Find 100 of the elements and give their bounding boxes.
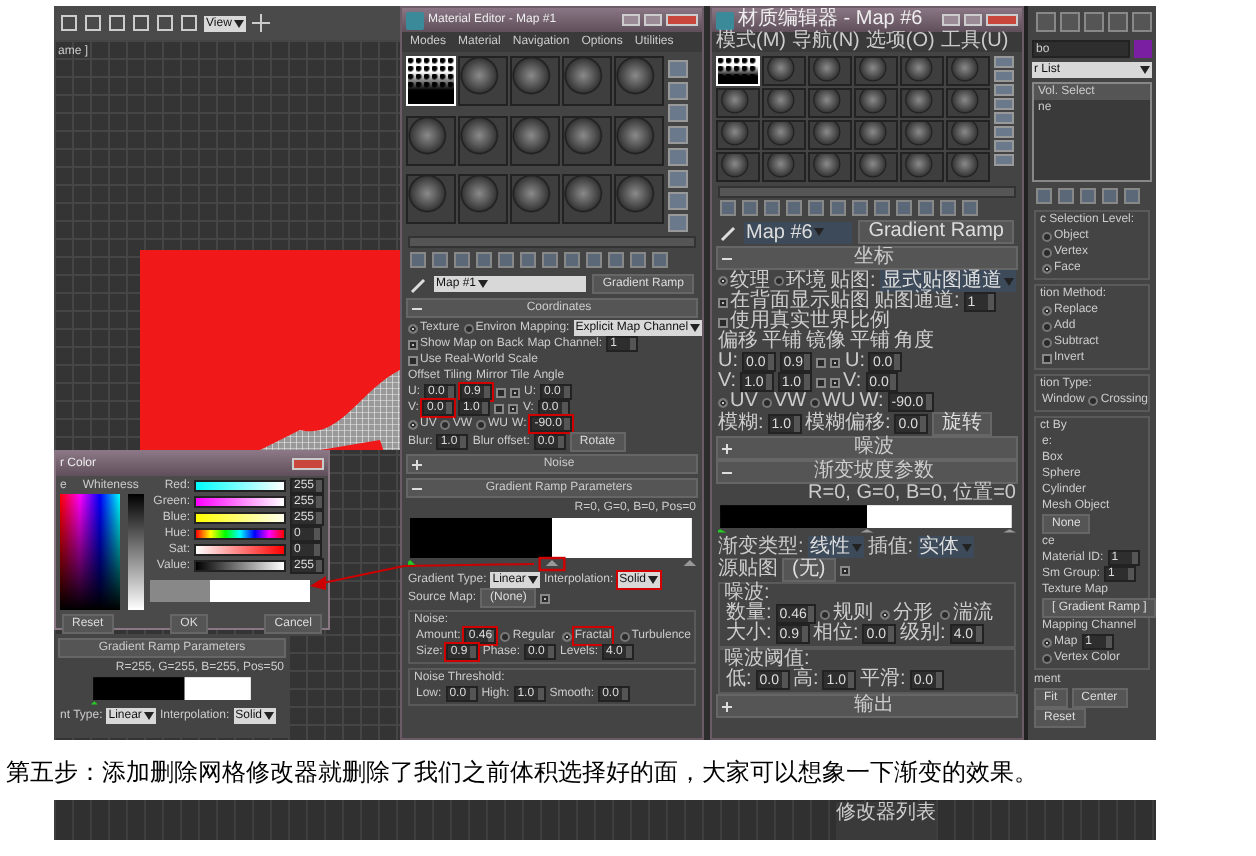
channel-gradient-bar bbox=[194, 528, 286, 540]
radio-button[interactable] bbox=[619, 631, 630, 641]
radio-label: 纹理 bbox=[730, 271, 770, 291]
group-title: 噪波阈值: bbox=[722, 650, 810, 670]
caret-icon bbox=[961, 543, 972, 551]
close-button[interactable] bbox=[666, 14, 698, 26]
radio-button[interactable] bbox=[1042, 231, 1052, 241]
color-swatch[interactable] bbox=[1134, 40, 1152, 58]
field-label: U: bbox=[718, 352, 738, 372]
caret-icon bbox=[527, 576, 538, 584]
radio-button[interactable] bbox=[1042, 653, 1052, 663]
radio-button[interactable] bbox=[810, 397, 821, 407]
horizontal-scrollbar[interactable] bbox=[718, 186, 1016, 198]
gradient-ramp-drawing[interactable] bbox=[718, 505, 1016, 533]
close-button[interactable] bbox=[986, 14, 1018, 26]
panel-button[interactable]: 旋转 bbox=[932, 412, 993, 436]
radio-label: 环境 bbox=[786, 271, 826, 291]
minimize-button[interactable] bbox=[622, 14, 640, 26]
caption-text: 第五步：添加删除网格修改器就删除了我们之前体积选择好的面，大家可以想象一下渐变的效果。 bbox=[6, 758, 1038, 786]
checkbox[interactable] bbox=[508, 403, 519, 413]
maximize-button[interactable] bbox=[964, 14, 982, 26]
radio-label: WU bbox=[822, 392, 856, 412]
eyedropper-icon bbox=[720, 223, 738, 241]
field-label: 镜像 bbox=[806, 332, 846, 352]
field-label: W: bbox=[859, 392, 884, 412]
horizontal-scrollbar[interactable] bbox=[408, 236, 696, 248]
checkbox[interactable] bbox=[1042, 353, 1052, 363]
gradient-ramp-drawing[interactable] bbox=[408, 518, 696, 566]
radio-button[interactable] bbox=[761, 397, 772, 407]
radio-button[interactable] bbox=[1042, 305, 1052, 315]
radio-button[interactable] bbox=[940, 609, 951, 619]
minimize-button[interactable] bbox=[942, 14, 960, 26]
radio-label: UV bbox=[730, 392, 758, 412]
checkbox[interactable] bbox=[540, 593, 551, 603]
rollout-header[interactable]: 坐标 bbox=[716, 246, 1018, 270]
field-label: V: bbox=[843, 372, 862, 392]
rollout-header[interactable]: 渐变坡度参数 bbox=[716, 460, 1018, 484]
dropdown[interactable]: 线性 bbox=[807, 536, 864, 558]
rollout-header[interactable]: 输出 bbox=[716, 694, 1018, 718]
field-label: 数量: bbox=[726, 604, 772, 624]
move-icon bbox=[251, 14, 270, 32]
radio-button[interactable] bbox=[1042, 337, 1052, 347]
radio-button[interactable] bbox=[718, 276, 728, 286]
checkbox[interactable] bbox=[829, 377, 840, 387]
radio-button[interactable] bbox=[1042, 247, 1052, 257]
radio-button[interactable] bbox=[1042, 637, 1052, 647]
radio-button[interactable] bbox=[463, 323, 474, 333]
radio-button[interactable] bbox=[1088, 395, 1099, 405]
radio-button[interactable] bbox=[562, 631, 573, 641]
checkbox[interactable] bbox=[815, 377, 826, 387]
checkbox[interactable] bbox=[718, 317, 728, 327]
color-spectrum[interactable] bbox=[60, 494, 120, 610]
map-name-field[interactable]: Map #6 bbox=[744, 221, 853, 243]
checkbox[interactable] bbox=[839, 565, 850, 575]
checkbox[interactable] bbox=[718, 297, 728, 307]
channel-gradient-bar bbox=[194, 560, 286, 572]
radio-button[interactable] bbox=[476, 419, 487, 429]
map-type-button[interactable]: Gradient Ramp bbox=[858, 220, 1014, 244]
radio-button[interactable] bbox=[440, 419, 451, 429]
caret-icon bbox=[1003, 277, 1014, 285]
dropdown[interactable]: 实体 bbox=[917, 536, 974, 558]
radio-button[interactable] bbox=[880, 609, 891, 619]
radio-button[interactable] bbox=[774, 276, 784, 286]
radio-button[interactable] bbox=[408, 419, 418, 429]
checkbox[interactable] bbox=[816, 357, 827, 367]
caret-icon bbox=[647, 576, 658, 584]
checkbox[interactable] bbox=[510, 387, 520, 397]
app-icon bbox=[716, 11, 734, 29]
panel-button[interactable]: (无) bbox=[782, 558, 836, 582]
radio-button[interactable] bbox=[1042, 263, 1052, 273]
radio-button[interactable] bbox=[408, 323, 418, 333]
radio-button[interactable] bbox=[820, 609, 831, 619]
field-label: 级别: bbox=[900, 624, 946, 644]
field-label: 平铺 bbox=[850, 332, 890, 352]
radio-button[interactable] bbox=[500, 631, 511, 641]
whiteness-bar bbox=[128, 494, 144, 610]
radio-button[interactable] bbox=[1042, 321, 1052, 331]
dropdown[interactable]: 显式贴图通道 bbox=[879, 270, 1016, 292]
radio-label: 分形 bbox=[892, 604, 933, 624]
close-button[interactable] bbox=[292, 458, 324, 470]
field-label: U: bbox=[844, 352, 865, 372]
caret-icon bbox=[690, 324, 701, 332]
channel-gradient-bar bbox=[194, 544, 286, 556]
checkbox-label: 在背面显示贴图 bbox=[730, 292, 870, 312]
checkbox[interactable] bbox=[494, 403, 505, 413]
radio-button[interactable] bbox=[718, 397, 728, 407]
channel-gradient-bar bbox=[194, 496, 286, 508]
caret-icon bbox=[143, 712, 154, 720]
rollout-header[interactable]: 噪波 bbox=[716, 436, 1018, 460]
field-label: 插值: bbox=[867, 537, 914, 557]
radio-label: 规则 bbox=[832, 604, 873, 624]
checkbox[interactable] bbox=[496, 387, 506, 397]
radio-label: VW bbox=[773, 392, 807, 412]
field-label: 贴图: bbox=[830, 271, 876, 291]
field-label: 贴图通道: bbox=[874, 292, 960, 312]
maximize-button[interactable] bbox=[644, 14, 662, 26]
channel-gradient-bar bbox=[194, 480, 286, 492]
checkbox[interactable] bbox=[408, 339, 418, 349]
checkbox[interactable] bbox=[408, 355, 418, 365]
checkbox[interactable] bbox=[830, 357, 841, 367]
